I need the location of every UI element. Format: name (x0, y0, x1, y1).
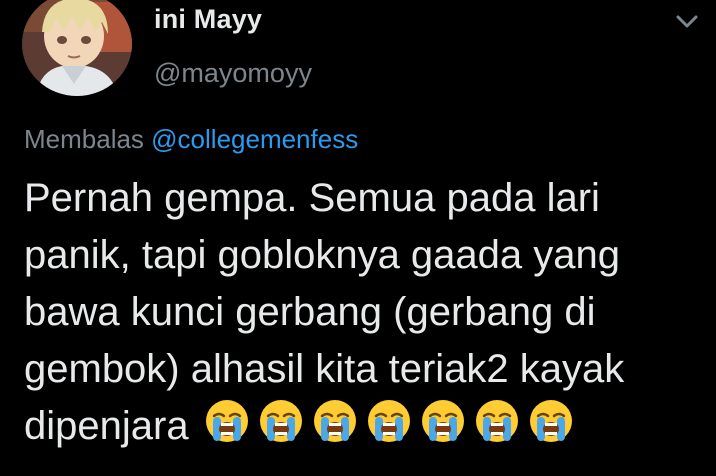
loudly-crying-face-emoji (420, 398, 466, 444)
loudly-crying-face-emoji (528, 398, 574, 444)
reply-mention-link[interactable]: @collegemenfess (151, 124, 358, 154)
loudly-crying-face-emoji (258, 398, 304, 444)
reply-prefix: Membalas (24, 124, 152, 154)
avatar[interactable] (22, 0, 132, 96)
loudly-crying-face-emoji (474, 398, 520, 444)
emoji-row (204, 398, 574, 444)
loudly-crying-face-emoji (366, 398, 412, 444)
user-handle[interactable]: @mayomoyy (154, 58, 312, 89)
display-name[interactable]: ini Mayy (154, 4, 262, 35)
avatar-image (22, 0, 132, 96)
loudly-crying-face-emoji (312, 398, 358, 444)
tweet-card: ini Mayy @mayomoyy Membalas @collegemenf… (0, 0, 716, 476)
chevron-down-icon[interactable] (672, 6, 702, 36)
loudly-crying-face-emoji (204, 398, 250, 444)
reply-context: Membalas @collegemenfess (24, 124, 358, 155)
